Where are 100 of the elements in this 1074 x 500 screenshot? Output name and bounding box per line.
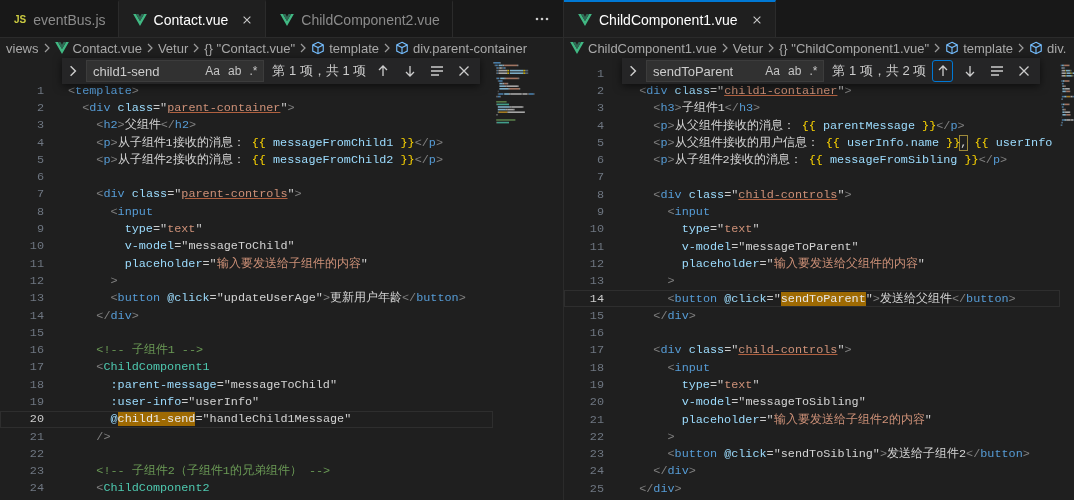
breadcrumb-item[interactable]: template <box>963 40 1014 56</box>
code-line: v-model="messageToParent" <box>680 239 859 254</box>
code-line: <!-- 子组件1 --> <box>95 342 204 359</box>
line-number: 18 <box>588 360 605 375</box>
line-number: 23 <box>588 447 605 462</box>
code-line: @child1-send="handleChild1Message" <box>109 412 352 427</box>
breadcrumb-item[interactable]: Contact.vue <box>72 40 142 56</box>
code-line: > <box>666 429 675 444</box>
breadcrumb-item[interactable]: ChildComponent1.vue <box>588 40 717 56</box>
line-number: 2 <box>595 83 605 98</box>
line-number: 16 <box>28 343 45 358</box>
chevron-icon <box>1017 43 1026 53</box>
chevron-icon <box>68 65 78 77</box>
line-number: 8 <box>35 204 45 219</box>
editor-tab[interactable]: Contact.vue <box>118 0 267 37</box>
code-line: <button @click="updateUserAge">更新用户年龄</button> <box>109 290 466 307</box>
chevron-icon <box>767 43 775 53</box>
line-number: 10 <box>588 222 605 237</box>
line-number: 16 <box>588 326 605 341</box>
lines-icon <box>988 63 1005 79</box>
line-number: 5 <box>595 135 605 150</box>
code-line: <template> <box>68 83 139 98</box>
code-line: placeholder="输入要发送给子组件2的内容" <box>680 411 932 428</box>
line-number: 6 <box>35 170 45 185</box>
breadcrumb-item[interactable]: {} "ChildComponent1.vue" <box>779 40 930 56</box>
code-line: <div class="child1-container"> <box>638 83 852 98</box>
line-number: 19 <box>588 378 605 392</box>
code-line: <h2>父组件</h2> <box>95 117 197 134</box>
line-number: 20 <box>28 412 45 427</box>
code-line: <div class="child-controls"> <box>652 343 852 358</box>
code-line: <ChildComponent1 <box>95 360 210 375</box>
chevron-icon <box>628 65 638 77</box>
breadcrumb-item[interactable]: div. <box>1047 40 1067 56</box>
find-option-toggle[interactable]: Aa <box>763 64 783 78</box>
line-number: 12 <box>588 256 605 271</box>
code-line: placeholder="输入要发送给父组件的内容" <box>680 255 925 272</box>
line-number: 22 <box>28 446 45 461</box>
match-count: 第 1 项，共 1 项 <box>272 62 367 80</box>
code-line: type="text" <box>123 222 203 236</box>
line-number: 14 <box>28 308 45 323</box>
code-line: <p>从子组件2接收的消息： {{ messageFromChild2 }}</p> <box>95 151 443 168</box>
line-number: 20 <box>588 395 605 410</box>
breadcrumb-item[interactable]: div.parent-container <box>413 40 527 56</box>
line-number: 22 <box>588 429 605 444</box>
line-number: 25 <box>588 481 605 496</box>
cube-icon <box>311 41 326 55</box>
minimap <box>493 62 535 125</box>
breadcrumb-item[interactable]: Vetur <box>732 40 763 56</box>
code-line: > <box>666 274 675 289</box>
code-line: </div> <box>652 308 696 323</box>
line-number: 2 <box>35 100 45 115</box>
code-line: <input <box>666 360 710 375</box>
breadcrumb-item[interactable]: Vetur <box>157 40 189 56</box>
find-option-toggle[interactable]: Aa <box>203 64 223 78</box>
find-option-toggle[interactable]: .* <box>807 64 820 78</box>
chevron-icon <box>299 43 308 53</box>
code-line: </div> <box>652 464 696 479</box>
line-number: 17 <box>28 360 45 375</box>
line-number: 3 <box>595 101 605 116</box>
code-line: <p>从父组件接收的消息： {{ parentMessage }}</p> <box>652 117 965 134</box>
code-line: > <box>109 273 118 288</box>
breadcrumb-item[interactable]: {} "Contact.vue" <box>204 40 296 56</box>
code-line: <input <box>109 204 153 219</box>
find-input[interactable]: child1-send Aa ab .* <box>86 60 265 82</box>
chevron-icon <box>42 43 51 53</box>
code-line: <h3>子组件1</h3> <box>652 100 761 117</box>
line-number: 24 <box>588 464 605 479</box>
code-line: </div> <box>95 308 139 323</box>
line-number: 1 <box>595 66 605 81</box>
find-option-toggle[interactable]: .* <box>247 64 260 78</box>
chevron-icon <box>145 43 154 53</box>
editor-tab[interactable]: ChildComponent1.vue <box>564 0 776 37</box>
line-number: 4 <box>35 135 45 150</box>
code-line: /> <box>95 429 111 444</box>
line-number: 5 <box>35 152 45 167</box>
find-option-toggle[interactable]: ab <box>786 64 804 78</box>
code-line: type="text" <box>680 378 760 392</box>
code-line: <button @click="sendToSibling">发送给子组件2</button> <box>666 446 1030 463</box>
find-input[interactable]: sendToParent Aa ab .* <box>646 60 825 82</box>
previous-match-button[interactable] <box>932 60 954 82</box>
cube-icon <box>945 41 960 55</box>
lines-icon <box>428 63 445 79</box>
code-line: <p>从子组件1接收的消息： {{ messageFromChild1 }}</p> <box>95 134 443 151</box>
chevron-icon <box>192 43 201 53</box>
line-number: 21 <box>28 429 45 444</box>
line-number: 23 <box>28 464 45 479</box>
code-line: :user-info="userInfo" <box>109 395 260 409</box>
line-number: 15 <box>28 325 45 340</box>
line-number: 11 <box>588 239 605 254</box>
vue-icon <box>132 13 147 26</box>
line-number: 10 <box>28 239 45 254</box>
line-number: 4 <box>595 118 605 133</box>
line-number: 9 <box>595 205 605 219</box>
more-actions-icon[interactable] <box>535 16 549 21</box>
breadcrumb-item[interactable]: template <box>329 40 380 56</box>
find-option-toggle[interactable]: ab <box>226 64 244 78</box>
line-number: 12 <box>28 273 45 288</box>
match-count: 第 1 项，共 2 项 <box>832 62 927 80</box>
line-number: 19 <box>28 395 45 409</box>
breadcrumb-item[interactable]: views <box>6 40 39 56</box>
